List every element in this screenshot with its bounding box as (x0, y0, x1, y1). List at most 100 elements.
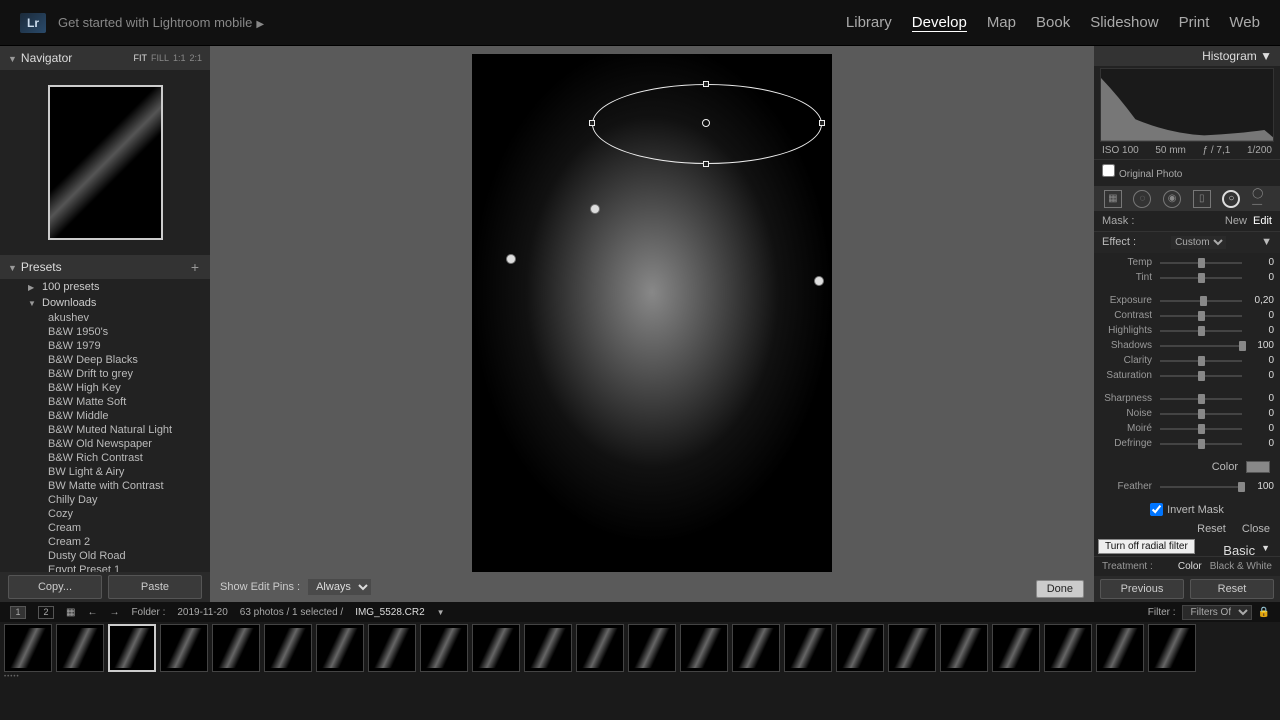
original-photo-toggle[interactable]: Original Photo (1094, 159, 1280, 184)
module-book[interactable]: Book (1036, 14, 1070, 32)
slider-track[interactable] (1160, 428, 1242, 430)
color-swatch[interactable] (1246, 461, 1270, 473)
grid-icon[interactable]: ▦ (66, 607, 75, 618)
mobile-link[interactable]: Get started with Lightroom mobile▶ (58, 15, 264, 30)
filmstrip-frame[interactable] (1044, 624, 1092, 672)
preset-item[interactable]: akushev (0, 311, 210, 325)
redeye-tool-icon[interactable]: ◉ (1163, 190, 1181, 208)
edit-pin[interactable] (814, 276, 824, 286)
reset-link[interactable]: Reset (1197, 523, 1226, 535)
filmstrip-frame[interactable] (680, 624, 728, 672)
edit-pin[interactable] (506, 254, 516, 264)
slider-track[interactable] (1160, 443, 1242, 445)
preset-item[interactable]: B&W 1979 (0, 339, 210, 353)
preset-item[interactable]: Egypt Preset 1 (0, 563, 210, 572)
close-link[interactable]: Close (1242, 523, 1270, 535)
preset-group[interactable]: ▼Downloads (0, 295, 210, 311)
mask-edit[interactable]: Edit (1253, 215, 1272, 227)
preset-item[interactable]: Cream (0, 521, 210, 535)
treatment-bw[interactable]: Black & White (1210, 561, 1272, 572)
effect-select[interactable]: Custom (1171, 236, 1226, 249)
presets-header[interactable]: ▼Presets + (0, 255, 210, 279)
preset-item[interactable]: Dusty Old Road (0, 549, 210, 563)
filmstrip-frame[interactable] (420, 624, 468, 672)
filmstrip-frame[interactable] (1148, 624, 1196, 672)
preset-item[interactable]: B&W High Key (0, 381, 210, 395)
preset-item[interactable]: B&W Old Newspaper (0, 437, 210, 451)
preset-item[interactable]: B&W Rich Contrast (0, 451, 210, 465)
filmstrip-frame[interactable] (56, 624, 104, 672)
feather-slider[interactable] (1160, 486, 1242, 488)
slider-track[interactable] (1160, 315, 1242, 317)
slider-track[interactable] (1160, 262, 1242, 264)
preset-item[interactable]: Chilly Day (0, 493, 210, 507)
original-photo-checkbox[interactable] (1102, 164, 1115, 177)
nav-back-icon[interactable]: ← (87, 607, 97, 618)
chevron-down-icon[interactable]: ▼ (1261, 236, 1272, 249)
slider-track[interactable] (1160, 300, 1242, 302)
edit-pin[interactable] (590, 204, 600, 214)
filmstrip-frame[interactable] (264, 624, 312, 672)
preset-item[interactable]: B&W Middle (0, 409, 210, 423)
filmstrip-frame[interactable] (940, 624, 988, 672)
filter-select[interactable]: Filters Off (1182, 605, 1252, 620)
spot-tool-icon[interactable]: ◌ (1133, 190, 1151, 208)
crop-tool-icon[interactable]: ▦ (1104, 190, 1122, 208)
filmstrip-frame[interactable] (160, 624, 208, 672)
preset-group[interactable]: ▶100 presets (0, 279, 210, 295)
slider-track[interactable] (1160, 330, 1242, 332)
filmstrip-frame[interactable] (316, 624, 364, 672)
filmstrip-frame[interactable] (888, 624, 936, 672)
handle-top[interactable] (703, 81, 709, 87)
filmstrip-frame[interactable] (1096, 624, 1144, 672)
handle-center[interactable] (702, 119, 710, 127)
copy-button[interactable]: Copy... (8, 575, 102, 599)
filmstrip-frame[interactable] (472, 624, 520, 672)
zoom-fill[interactable]: FILL (151, 53, 169, 63)
nav-fwd-icon[interactable]: → (109, 607, 119, 618)
preset-item[interactable]: BW Matte with Contrast (0, 479, 210, 493)
preset-item[interactable]: B&W 1950's (0, 325, 210, 339)
filmstrip-frame[interactable] (784, 624, 832, 672)
module-web[interactable]: Web (1229, 14, 1260, 32)
folder-name[interactable]: 2019-11-20 (177, 607, 227, 618)
filmstrip-frame[interactable] (524, 624, 572, 672)
module-develop[interactable]: Develop (912, 14, 967, 32)
handle-left[interactable] (589, 120, 595, 126)
filmstrip[interactable] (0, 622, 1280, 674)
module-print[interactable]: Print (1179, 14, 1210, 32)
module-library[interactable]: Library (846, 14, 892, 32)
lock-icon[interactable]: 🔒 (1258, 607, 1270, 618)
brush-tool-icon[interactable]: ◯— (1252, 190, 1270, 208)
graduated-tool-icon[interactable]: ▯ (1193, 190, 1211, 208)
module-slideshow[interactable]: Slideshow (1090, 14, 1158, 32)
preset-item[interactable]: B&W Deep Blacks (0, 353, 210, 367)
filmstrip-frame[interactable] (836, 624, 884, 672)
histogram-header[interactable]: Histogram ▼ (1094, 46, 1280, 66)
slider-track[interactable] (1160, 277, 1242, 279)
filmstrip-frame[interactable] (732, 624, 780, 672)
basic-panel-header[interactable]: Basic▼ (1213, 539, 1280, 562)
add-preset-icon[interactable]: + (188, 260, 202, 274)
radial-filter-overlay[interactable] (592, 84, 822, 164)
done-button[interactable]: Done (1036, 580, 1084, 598)
zoom-2:1[interactable]: 2:1 (189, 53, 202, 63)
invert-mask-checkbox[interactable] (1150, 503, 1163, 516)
previous-button[interactable]: Previous (1100, 579, 1184, 599)
slider-track[interactable] (1160, 398, 1242, 400)
filename[interactable]: IMG_5528.CR2 (355, 607, 424, 618)
main-view[interactable]: Show Edit Pins : Always Done (210, 46, 1094, 602)
filmstrip-frame[interactable] (992, 624, 1040, 672)
navigator-header[interactable]: ▼Navigator FITFILL1:12:1 (0, 46, 210, 70)
zoom-fit[interactable]: FIT (133, 53, 147, 63)
reset-button[interactable]: Reset (1190, 579, 1274, 599)
filmstrip-frame[interactable] (368, 624, 416, 672)
preset-item[interactable]: B&W Muted Natural Light (0, 423, 210, 437)
handle-bottom[interactable] (703, 161, 709, 167)
preset-item[interactable]: B&W Drift to grey (0, 367, 210, 381)
module-map[interactable]: Map (987, 14, 1016, 32)
histogram[interactable] (1100, 68, 1274, 142)
preset-item[interactable]: Cozy (0, 507, 210, 521)
preset-item[interactable]: B&W Matte Soft (0, 395, 210, 409)
treatment-color[interactable]: Color (1178, 561, 1202, 572)
